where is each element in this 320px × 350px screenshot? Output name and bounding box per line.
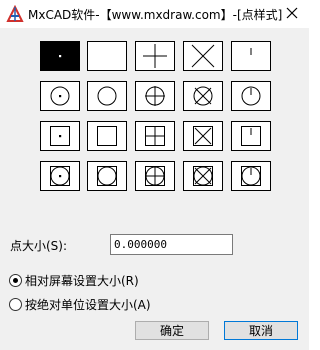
point-style-circle-plus[interactable]: [135, 81, 175, 111]
cancel-button[interactable]: 取消: [224, 321, 298, 340]
square-circle-icon: [97, 166, 117, 186]
square-icon: [97, 126, 117, 146]
tick-icon: [250, 48, 252, 55]
circle-cross-icon: [193, 86, 213, 106]
mxcad-logo-icon: [6, 5, 24, 22]
radio-relative[interactable]: [9, 274, 22, 287]
point-style-circle-dot[interactable]: [40, 81, 80, 111]
square-circle-dot-icon: [50, 166, 70, 186]
close-button[interactable]: [279, 2, 305, 24]
point-style-circle[interactable]: [87, 81, 127, 111]
point-style-blank[interactable]: [87, 41, 127, 71]
radio-absolute-row[interactable]: 按绝对单位设置大小(A): [9, 296, 151, 313]
plus-icon: [143, 44, 167, 68]
square-circle-cross-icon: [193, 166, 213, 186]
radio-absolute-label: 按绝对单位设置大小(A): [25, 298, 151, 312]
circle-dot-icon: [50, 86, 70, 106]
point-style-circle-cross[interactable]: [183, 81, 223, 111]
point-style-square[interactable]: [87, 121, 127, 151]
square-circle-plus-icon: [145, 166, 165, 186]
circle-icon: [97, 86, 117, 106]
point-style-square-circle-cross[interactable]: [183, 161, 223, 191]
dialog-body: 点大小(S): 0.000000 相对屏幕设置大小(R) 按绝对单位设置大小(A…: [0, 28, 309, 350]
blank-icon: [88, 42, 126, 70]
title-bar: MxCAD软件-【www.mxdraw.com】-[点样式]: [0, 0, 309, 28]
point-size-input[interactable]: 0.000000: [110, 234, 233, 255]
square-tick-icon: [241, 126, 261, 146]
point-style-square-dot[interactable]: [40, 121, 80, 151]
cross-icon: [191, 44, 215, 68]
dot-selected-icon: [59, 55, 62, 58]
square-circle-tick-icon: [241, 166, 261, 186]
point-style-cross[interactable]: [183, 41, 223, 71]
window-title: MxCAD软件-【www.mxdraw.com】-[点样式]: [28, 8, 283, 22]
radio-absolute[interactable]: [9, 298, 22, 311]
close-icon: [286, 7, 298, 19]
radio-relative-row[interactable]: 相对屏幕设置大小(R): [9, 272, 139, 289]
point-style-circle-tick[interactable]: [231, 81, 271, 111]
square-plus-icon: [145, 126, 165, 146]
point-style-square-circle-tick[interactable]: [231, 161, 271, 191]
circle-plus-icon: [145, 86, 165, 106]
point-style-square-plus[interactable]: [135, 121, 175, 151]
point-style-square-cross[interactable]: [183, 121, 223, 151]
point-style-plus[interactable]: [135, 41, 175, 71]
point-style-dot-selected[interactable]: [40, 41, 80, 71]
point-size-label: 点大小(S):: [10, 239, 68, 253]
point-style-tick[interactable]: [231, 41, 271, 71]
ok-button[interactable]: 确定: [135, 321, 209, 340]
point-style-square-circle[interactable]: [87, 161, 127, 191]
point-style-square-circle-plus[interactable]: [135, 161, 175, 191]
radio-relative-label: 相对屏幕设置大小(R): [25, 274, 139, 288]
square-cross-icon: [193, 126, 213, 146]
square-dot-icon: [50, 126, 70, 146]
point-style-square-circle-dot[interactable]: [40, 161, 80, 191]
point-style-square-tick[interactable]: [231, 121, 271, 151]
circle-tick-icon: [241, 86, 261, 106]
